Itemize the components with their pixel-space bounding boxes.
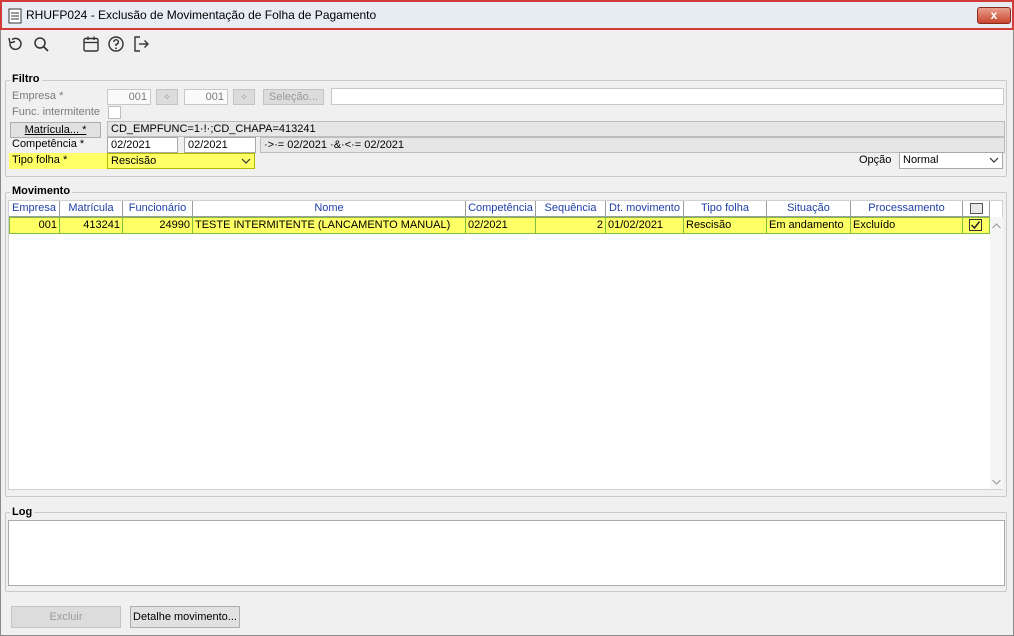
competencia-to-field[interactable]: 02/2021 — [184, 137, 256, 153]
calendar-icon[interactable] — [82, 35, 100, 53]
competencia-from-field[interactable]: 02/2021 — [107, 137, 178, 153]
func-intermitente-label: Func. intermitente — [12, 106, 101, 118]
checkmark-icon — [970, 221, 981, 230]
chevron-down-icon — [989, 154, 999, 166]
empresa-to-field[interactable]: 001 — [184, 89, 228, 105]
col-tipo-folha[interactable]: Tipo folha — [684, 201, 767, 217]
opcao-dropdown[interactable]: Normal — [899, 152, 1003, 169]
col-matricula[interactable]: Matrícula — [60, 201, 123, 217]
movimento-table: Empresa Matrícula Funcionário Nome Compe… — [8, 200, 1003, 490]
table-row[interactable]: 001 413241 24990 TESTE INTERMITENTE (LAN… — [9, 217, 990, 234]
cell-sequencia: 2 — [536, 218, 606, 233]
col-competencia[interactable]: Competência — [466, 201, 536, 217]
cell-nome: TESTE INTERMITENTE (LANCAMENTO MANUAL) — [193, 218, 466, 233]
cell-funcionario: 24990 — [123, 218, 193, 233]
close-button[interactable]: x — [977, 7, 1011, 24]
col-processamento[interactable]: Processamento — [851, 201, 963, 217]
vertical-scrollbar[interactable] — [990, 217, 1003, 489]
competencia-label: Competência * — [12, 138, 85, 150]
tipo-folha-value: Rescisão — [111, 155, 157, 167]
selecao-button[interactable]: Seleção... — [263, 89, 324, 105]
movimento-title: Movimento — [10, 185, 73, 197]
chevron-down-icon — [241, 155, 251, 167]
sparkle-icon: ✧ — [163, 92, 171, 102]
col-funcionario[interactable]: Funcionário — [123, 201, 193, 217]
chevron-down-icon[interactable] — [991, 477, 1002, 489]
cell-select — [963, 218, 989, 233]
excluir-button[interactable]: Excluir — [11, 606, 121, 628]
matricula-button-label: Matrícula... * — [24, 124, 87, 136]
filtro-title: Filtro — [10, 73, 42, 85]
matricula-button[interactable]: Matrícula... * — [10, 122, 101, 138]
tipo-folha-dropdown[interactable]: Rescisão — [107, 153, 255, 169]
cell-competencia: 02/2021 — [466, 218, 536, 233]
log-title: Log — [10, 506, 35, 518]
refresh-icon[interactable] — [6, 35, 24, 53]
window-title: RHUFP024 - Exclusão de Movimentação de F… — [26, 8, 377, 22]
competencia-expression-field: ·>·= 02/2021 ·&·<·= 02/2021 — [260, 137, 1005, 153]
row-checkbox[interactable] — [969, 219, 982, 231]
opcao-value: Normal — [903, 154, 939, 166]
document-icon — [8, 8, 22, 24]
cell-tipo-folha: Rescisão — [684, 218, 767, 233]
matricula-field[interactable]: CD_EMPFUNC=1·!·;CD_CHAPA=413241 — [107, 121, 1005, 137]
cell-empresa: 001 — [10, 218, 60, 233]
cell-processamento: Excluído — [851, 218, 963, 233]
empresa-label: Empresa * — [12, 90, 64, 102]
empresa-from-lookup-button[interactable]: ✧ — [156, 89, 178, 105]
col-nome[interactable]: Nome — [193, 201, 466, 217]
title-bar: RHUFP024 - Exclusão de Movimentação de F… — [0, 0, 1014, 30]
cell-situacao: Em andamento — [767, 218, 851, 233]
exit-icon[interactable] — [132, 35, 150, 53]
col-sequencia[interactable]: Sequência — [536, 201, 606, 217]
log-textarea[interactable] — [8, 520, 1005, 586]
close-icon: x — [990, 8, 998, 22]
col-empresa[interactable]: Empresa — [9, 201, 60, 217]
sparkle-icon: ✧ — [240, 92, 248, 102]
detalhe-movimento-button[interactable]: Detalhe movimento... — [130, 606, 240, 628]
cell-dt-movimento: 01/02/2021 — [606, 218, 684, 233]
select-all-checkbox[interactable] — [969, 203, 983, 214]
search-icon[interactable] — [32, 35, 50, 53]
chevron-up-icon[interactable] — [991, 221, 1002, 233]
col-select-all[interactable] — [963, 201, 990, 217]
cell-matricula: 413241 — [60, 218, 123, 233]
empresa-from-field[interactable]: 001 — [107, 89, 151, 105]
tipo-folha-label: Tipo folha * — [12, 154, 68, 166]
tipo-folha-label-bg: Tipo folha * — [9, 153, 107, 169]
func-intermitente-checkbox[interactable] — [108, 106, 121, 119]
opcao-label: Opção — [859, 154, 892, 166]
empresa-to-lookup-button[interactable]: ✧ — [233, 89, 255, 105]
selecao-field[interactable] — [331, 88, 1004, 105]
help-icon[interactable] — [107, 35, 125, 53]
col-dt-movimento[interactable]: Dt. movimento — [606, 201, 684, 217]
col-situacao[interactable]: Situação — [767, 201, 851, 217]
